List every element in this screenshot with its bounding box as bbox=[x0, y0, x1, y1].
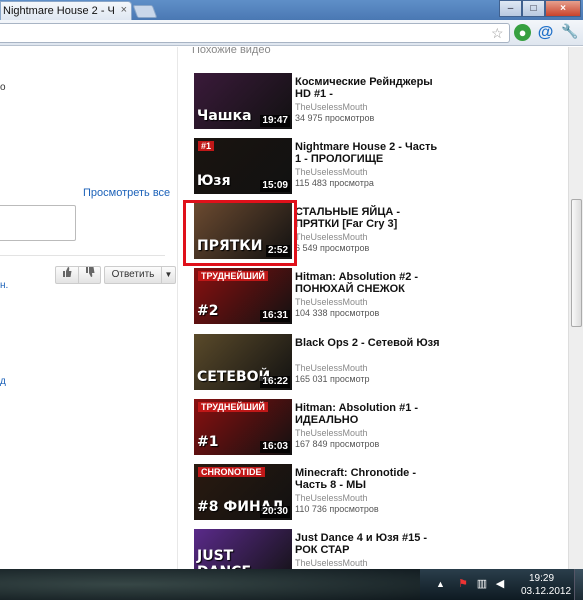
thumbnail-text: #2 bbox=[197, 303, 219, 319]
truncated-link[interactable]: д bbox=[0, 376, 6, 387]
scroll-thumb[interactable] bbox=[571, 199, 582, 327]
thumbnail-banner: #1 bbox=[198, 141, 215, 151]
close-button[interactable]: × bbox=[545, 0, 581, 17]
related-video-item[interactable]: #1 Юзя 15:09 Nightmare House 2 - Часть 1 - … bbox=[194, 138, 559, 196]
related-videos: Похожие видео Чашка 19:47 Космические Рейн… bbox=[178, 47, 568, 569]
thumbnail-text: Чашка bbox=[197, 108, 252, 124]
duration-badge: 19:47 bbox=[260, 115, 290, 127]
video-views: 167 849 просмотров bbox=[295, 439, 380, 449]
related-video-item[interactable]: ТРУДНЕЙШИЙ #2 16:31 Hitman: Absolution #2 -… bbox=[194, 268, 559, 326]
view-all-link[interactable]: Просмотреть все bbox=[83, 187, 170, 199]
video-views: 110 736 просмотров bbox=[295, 504, 379, 514]
duration-badge: 15:09 bbox=[260, 180, 290, 192]
reply-button[interactable]: Ответить bbox=[104, 266, 162, 284]
video-thumbnail[interactable]: СЕТЕВОЙ 16:22 bbox=[194, 334, 292, 390]
video-views: 6 549 просмотров bbox=[295, 243, 370, 253]
minimize-button[interactable]: – bbox=[499, 0, 522, 17]
page-content: о Просмотреть все Ответить ▼ н. д Похожи… bbox=[0, 47, 583, 569]
duration-badge: 16:22 bbox=[260, 376, 290, 388]
video-title[interactable]: СТАЛЬНЫЕ ЯЙЦА - ПРЯТКИ [Far Cry 3] bbox=[295, 206, 445, 230]
video-thumbnail[interactable]: CHRONOTIDE #8 ФИНАЛ 20:30 bbox=[194, 464, 292, 520]
window-controls: – □ × bbox=[499, 0, 581, 17]
flag-icon[interactable]: ⚑ bbox=[456, 577, 470, 591]
show-desktop-button[interactable] bbox=[574, 569, 583, 600]
like-button[interactable] bbox=[55, 266, 79, 284]
dislike-button[interactable] bbox=[79, 266, 101, 284]
new-tab-button[interactable] bbox=[132, 5, 158, 18]
video-channel[interactable]: TheUselessMouth bbox=[295, 558, 368, 568]
video-thumbnail[interactable]: #1 Юзя 15:09 bbox=[194, 138, 292, 194]
comment-menu-button[interactable]: ▼ bbox=[162, 266, 176, 284]
thumbnail-text: #1 bbox=[197, 434, 219, 450]
comment-input[interactable] bbox=[0, 205, 76, 241]
network-icon[interactable]: ▥ bbox=[475, 577, 489, 591]
video-views: 115 483 просмотра bbox=[295, 178, 374, 188]
video-views: 34 975 просмотров bbox=[295, 113, 375, 123]
taskbar-background bbox=[0, 569, 420, 600]
browser-toolbar: ☆ ● @ 🔧 bbox=[0, 20, 583, 46]
extension-refresh-icon[interactable]: ● bbox=[514, 24, 531, 41]
truncated-text: о bbox=[0, 82, 6, 93]
clock-time[interactable]: 19:29 bbox=[529, 573, 554, 584]
video-title[interactable]: Just Dance 4 и Юзя #15 - РОК СТАР bbox=[295, 532, 445, 556]
video-views: 165 031 просмотр bbox=[295, 374, 370, 384]
video-title[interactable]: Minecraft: Chronotide - Часть 8 - МЫ bbox=[295, 467, 445, 491]
video-thumbnail[interactable]: ТРУДНЕЙШИЙ #1 16:03 bbox=[194, 399, 292, 455]
video-channel[interactable]: TheUselessMouth bbox=[295, 493, 368, 503]
video-title[interactable]: Nightmare House 2 - Часть 1 - ПРОЛОГИЩЕ bbox=[295, 141, 445, 165]
related-video-item[interactable]: СЕТЕВОЙ 16:22 Black Ops 2 - Сетевой Юзя The… bbox=[194, 334, 559, 392]
comments-column: о Просмотреть все Ответить ▼ н. д bbox=[0, 47, 178, 569]
thumbnail-text: Юзя bbox=[197, 173, 231, 189]
truncated-link[interactable]: н. bbox=[0, 280, 8, 291]
video-views: 104 338 просмотров bbox=[295, 308, 380, 318]
bookmark-star-icon[interactable]: ☆ bbox=[491, 25, 504, 42]
thumbnail-banner: ТРУДНЕЙШИЙ bbox=[198, 402, 268, 412]
video-channel[interactable]: TheUselessMouth bbox=[295, 363, 368, 373]
scrollbar[interactable] bbox=[568, 47, 583, 569]
video-title[interactable]: Black Ops 2 - Сетевой Юзя bbox=[295, 337, 445, 349]
tab-close-icon[interactable]: × bbox=[121, 4, 127, 16]
video-channel[interactable]: TheUselessMouth bbox=[295, 297, 368, 307]
clock-date[interactable]: 03.12.2012 bbox=[521, 586, 571, 597]
thumbnail-banner: ТРУДНЕЙШИЙ bbox=[198, 271, 268, 281]
tab-strip: Nightmare House 2 - Часть × – □ × bbox=[0, 0, 583, 20]
maximize-button[interactable]: □ bbox=[522, 0, 545, 17]
video-thumbnail[interactable]: ТРУДНЕЙШИЙ #2 16:31 bbox=[194, 268, 292, 324]
duration-badge: 20:30 bbox=[260, 506, 290, 518]
duration-badge: 16:31 bbox=[260, 310, 290, 322]
related-video-item[interactable]: Чашка 19:47 Космические Рейнджеры HD #1 - T… bbox=[194, 73, 559, 131]
video-thumbnail[interactable]: Чашка 19:47 bbox=[194, 73, 292, 129]
extension-at-icon[interactable]: @ bbox=[537, 24, 554, 41]
divider bbox=[0, 255, 165, 256]
highlight-box bbox=[183, 200, 297, 266]
video-channel[interactable]: TheUselessMouth bbox=[295, 232, 368, 242]
video-title[interactable]: Hitman: Absolution #1 - ИДЕАЛЬНО bbox=[295, 402, 445, 426]
related-video-item[interactable]: CHRONOTIDE #8 ФИНАЛ 20:30 Minecraft: Chrono… bbox=[194, 464, 559, 522]
comment-actions: Ответить ▼ bbox=[55, 266, 176, 284]
wrench-menu-icon[interactable]: 🔧 bbox=[561, 23, 578, 40]
thumbnail-text: СЕТЕВОЙ bbox=[197, 369, 271, 385]
related-header: Похожие видео bbox=[192, 47, 271, 56]
video-title[interactable]: Космические Рейнджеры HD #1 - bbox=[295, 76, 445, 100]
video-channel[interactable]: TheUselessMouth bbox=[295, 167, 368, 177]
duration-badge: 16:03 bbox=[260, 441, 290, 453]
thumbs-down-icon bbox=[85, 267, 94, 277]
related-video-item[interactable]: ТРУДНЕЙШИЙ #1 16:03 Hitman: Absolution #1 -… bbox=[194, 399, 559, 457]
video-thumbnail[interactable]: JUST DANCE bbox=[194, 529, 292, 569]
thumbnail-text: JUST DANCE bbox=[197, 548, 251, 569]
tray-expand-icon[interactable]: ▲ bbox=[436, 579, 445, 589]
volume-icon[interactable]: ◀ bbox=[493, 577, 507, 591]
video-title[interactable]: Hitman: Absolution #2 - ПОНЮХАЙ СНЕЖОК bbox=[295, 271, 445, 295]
video-channel[interactable]: TheUselessMouth bbox=[295, 102, 368, 112]
thumbs-up-icon bbox=[63, 267, 72, 277]
taskbar: ▲ ⚑ ▥ ◀ 19:29 03.12.2012 bbox=[0, 569, 583, 600]
related-video-item[interactable]: JUST DANCE Just Dance 4 и Юзя #15 - РОК С… bbox=[194, 529, 559, 569]
video-channel[interactable]: TheUselessMouth bbox=[295, 428, 368, 438]
address-bar[interactable]: ☆ bbox=[0, 23, 510, 43]
browser-tab[interactable]: Nightmare House 2 - Часть × bbox=[0, 1, 132, 20]
thumbnail-banner: CHRONOTIDE bbox=[198, 467, 265, 477]
tab-title: Nightmare House 2 - Часть bbox=[3, 5, 115, 17]
